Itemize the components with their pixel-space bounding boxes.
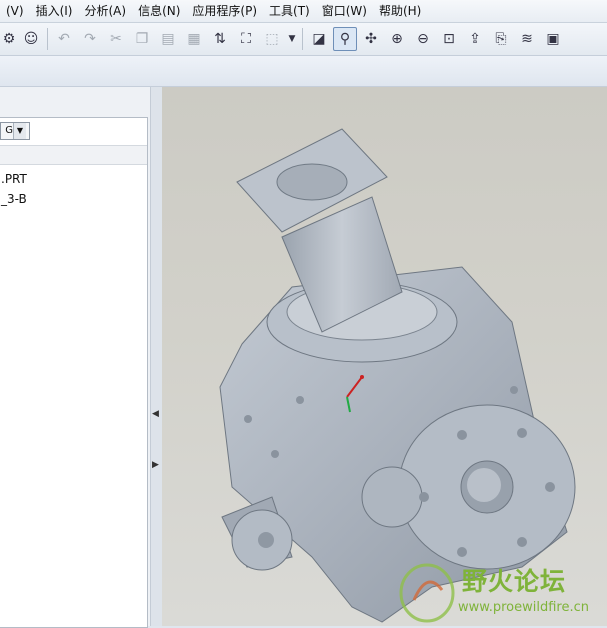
model-tree: G ▼ .PRT _3-B: [0, 117, 148, 628]
find-icon[interactable]: ⛶: [234, 27, 258, 51]
annotation-icon[interactable]: ⎘: [489, 27, 513, 51]
toolbar-separator: [47, 28, 48, 50]
output-bore-inner: [467, 468, 501, 502]
model-tree-header: [0, 145, 147, 165]
left-arm-hole: [258, 532, 274, 548]
collapse-left-icon[interactable]: ◀: [151, 409, 160, 419]
menu-view[interactable]: (V): [0, 0, 30, 22]
secondary-toolbar: [0, 56, 607, 87]
expand-right-icon[interactable]: ▶: [151, 460, 160, 470]
reorient-icon[interactable]: ⇪: [463, 27, 487, 51]
graphics-viewport[interactable]: [162, 87, 607, 626]
motor-flange-bore: [276, 163, 348, 201]
watermark-url: www.proewildfire.cn: [458, 600, 589, 615]
redo-icon[interactable]: ↷: [78, 27, 102, 51]
tree-item-feature[interactable]: _3-B: [1, 192, 27, 206]
select-box-icon[interactable]: ⬚: [260, 27, 284, 51]
gearbox-model: [219, 128, 576, 623]
paste-icon[interactable]: ▤: [156, 27, 180, 51]
forum-logo-icon: [399, 563, 455, 623]
mapkey-record-icon[interactable]: ☺: [19, 27, 43, 51]
orient-icon[interactable]: ✣: [359, 27, 383, 51]
watermark-title: 野火论坛: [462, 567, 567, 596]
named-view-icon[interactable]: ◪: [307, 27, 331, 51]
mapkey-icon[interactable]: ⚙: [1, 27, 17, 51]
navigator-panel: G ▼ .PRT _3-B: [0, 87, 150, 628]
regenerate-icon[interactable]: ⇅: [208, 27, 232, 51]
menu-help[interactable]: 帮助(H): [373, 0, 427, 22]
dropdown-value: G: [5, 125, 13, 136]
zoom-out-icon[interactable]: ⊖: [411, 27, 435, 51]
paste-special-icon[interactable]: ▦: [182, 27, 206, 51]
chevron-down-icon: ▼: [13, 123, 26, 139]
spin-center-icon[interactable]: ⚲: [333, 27, 357, 51]
copy-icon[interactable]: ❐: [130, 27, 154, 51]
menu-window[interactable]: 窗口(W): [316, 0, 373, 22]
menu-applications[interactable]: 应用程序(P): [186, 0, 263, 22]
refit-icon[interactable]: ⊡: [437, 27, 461, 51]
cut-icon[interactable]: ✂: [104, 27, 128, 51]
front-boss: [361, 466, 423, 528]
menu-analysis[interactable]: 分析(A): [78, 0, 132, 22]
menu-bar: (V) 插入(I) 分析(A) 信息(N) 应用程序(P) 工具(T) 窗口(W…: [0, 0, 607, 23]
model-tree-settings-dropdown[interactable]: G ▼: [0, 122, 30, 140]
menu-tools[interactable]: 工具(T): [263, 0, 316, 22]
dropdown-arrow-icon[interactable]: ▼: [286, 27, 298, 51]
toolbar-separator: [302, 28, 303, 50]
zoom-in-icon[interactable]: ⊕: [385, 27, 409, 51]
menu-insert[interactable]: 插入(I): [30, 0, 79, 22]
undo-icon[interactable]: ↶: [52, 27, 76, 51]
tree-item-part[interactable]: .PRT: [1, 172, 27, 186]
main-toolbar: ⚙ ☺ ↶ ↷ ✂ ❐ ▤ ▦ ⇅ ⛶ ⬚ ▼ ◪ ⚲ ✣ ⊕ ⊖ ⊡ ⇪ ⎘ …: [0, 23, 607, 56]
forum-watermark: 野火论坛 www.proewildfire.cn: [392, 560, 607, 626]
layers-icon[interactable]: ≋: [515, 27, 539, 51]
repaint-icon[interactable]: ▣: [541, 27, 565, 51]
menu-info[interactable]: 信息(N): [132, 0, 186, 22]
